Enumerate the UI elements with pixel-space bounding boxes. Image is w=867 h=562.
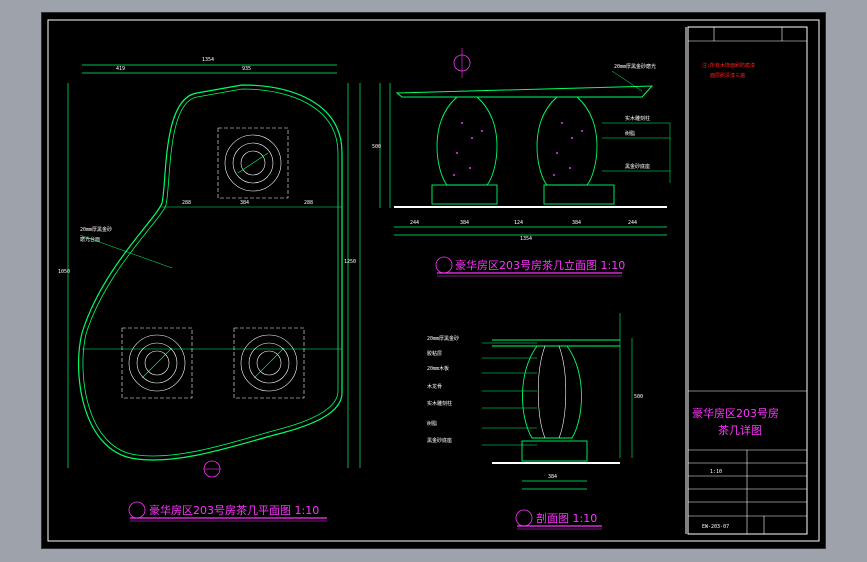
sec-dim-w: 384 (548, 474, 557, 480)
elevation-title: 豪华房区203号房茶几立面图 1:10 (455, 258, 625, 272)
plan-view: 1354 419 935 1050 1250 288 384 288 20mm厚… (58, 57, 361, 522)
plan-dim-left: 419 (116, 66, 125, 72)
plan-dim-h2: 1250 (344, 259, 356, 265)
svg-text:树脂: 树脂 (625, 130, 635, 137)
plan-dim-b: 288 (304, 200, 313, 206)
plan-dim-total: 1354 (202, 57, 214, 63)
plan-dim-height: 1050 (58, 269, 70, 275)
plan-dim-a: 288 (182, 200, 191, 206)
section-title: 剖面图 1:10 (536, 511, 597, 525)
tb-name-line2: 茶几详图 (718, 423, 762, 437)
tb-name-line1: 豪华房区203号房 (692, 406, 779, 420)
elev-dim-seg1: 244 (410, 220, 419, 226)
svg-text:20mm厚黑金砂: 20mm厚黑金砂 (80, 226, 112, 233)
elev-dim-seg4: 384 (572, 220, 581, 226)
elev-dim-seg5: 244 (628, 220, 637, 226)
svg-text:木龙骨: 木龙骨 (427, 383, 442, 390)
svg-text:20mm厚黑金砂磨光: 20mm厚黑金砂磨光 (614, 63, 656, 70)
svg-text:黑金砂底座: 黑金砂底座 (625, 163, 650, 170)
plan-dim-right: 935 (242, 66, 251, 72)
svg-text:实木雕刻柱: 实木雕刻柱 (427, 400, 452, 407)
sec-dim-h: 500 (634, 394, 643, 400)
svg-text:树脂: 树脂 (427, 420, 437, 427)
plan-dim-mid: 384 (240, 200, 249, 206)
drawing-sheet: 1354 419 935 1050 1250 288 384 288 20mm厚… (42, 13, 825, 548)
svg-text:黑金砂底座: 黑金砂底座 (427, 437, 452, 444)
tb-scale: 1:10 (710, 469, 722, 475)
title-block: 注:所有木饰面刷防腐漆 面层刷清漆三遍 豪华房区203号房 茶几详图 1:10 … (688, 27, 807, 534)
elevation-view: 500 20mm厚黑金砂磨光 实木雕刻柱 树脂 黑金砂底座 244 384 12… (372, 48, 671, 277)
svg-text:胶粘层: 胶粘层 (427, 350, 442, 357)
svg-text:20mm厚黑金砂: 20mm厚黑金砂 (427, 335, 459, 342)
svg-text:磨光台面: 磨光台面 (80, 236, 100, 243)
tb-drawing-no: EW-203-07 (702, 524, 729, 530)
elev-dim-seg2: 384 (460, 220, 469, 226)
elev-dim-h: 500 (372, 144, 381, 150)
svg-text:实木雕刻柱: 实木雕刻柱 (625, 115, 650, 122)
elev-dim-total: 1354 (520, 236, 532, 242)
cad-drawing: 1354 419 935 1050 1250 288 384 288 20mm厚… (47, 19, 820, 542)
note-line1: 注:所有木饰面刷防腐漆 (702, 62, 755, 69)
note-line2: 面层刷清漆三遍 (710, 72, 745, 79)
section-view: 500 20mm厚黑金砂 胶粘层 20mm木板 木龙骨 实木雕刻柱 树脂 黑金砂… (427, 313, 643, 530)
svg-text:20mm木板: 20mm木板 (427, 365, 449, 372)
elev-dim-seg3: 124 (514, 220, 523, 226)
plan-title: 豪华房区203号房茶几平面图 1:10 (149, 503, 319, 517)
